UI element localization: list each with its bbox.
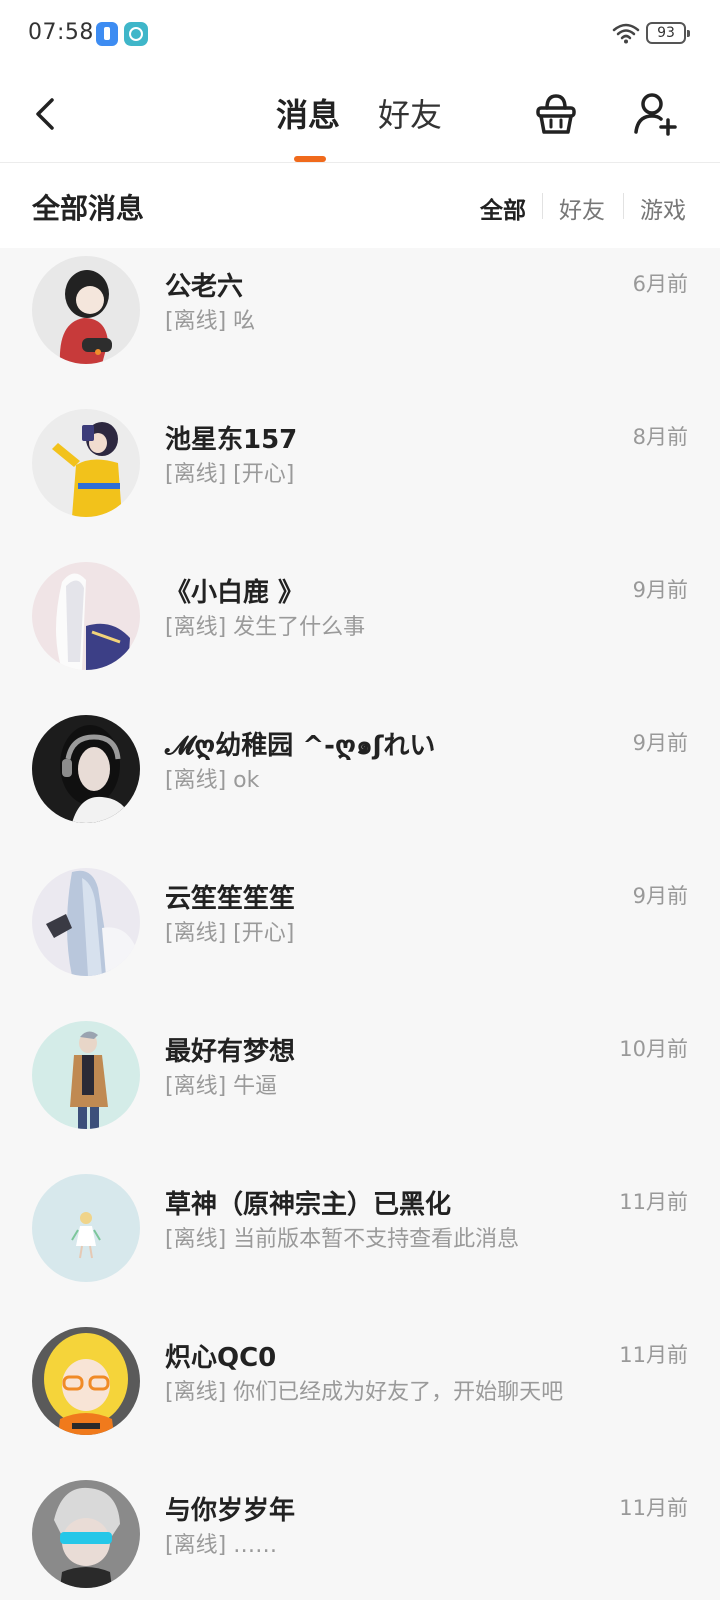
message-time: 10月前 [619, 1037, 688, 1061]
message-time: 11月前 [619, 1343, 688, 1367]
message-time: 9月前 [632, 884, 688, 908]
filter-title: 全部消息 [32, 192, 145, 225]
message-time: 9月前 [632, 731, 688, 755]
contact-name: 最好有梦想 [165, 1037, 296, 1067]
message-row[interactable]: 池星东157 [离线] [开心] 8月前 [0, 401, 720, 557]
avatar[interactable] [32, 1021, 140, 1129]
message-row[interactable]: 𝓜ღ幼稚园 ^-ღ๑ʃれい [离线] ok 9月前 [0, 707, 720, 863]
message-row[interactable]: 云笙笙笙笙 [离线] [开心] 9月前 [0, 860, 720, 1016]
filter-all[interactable]: 全部 [480, 191, 526, 225]
avatar[interactable] [32, 1327, 140, 1435]
message-row[interactable]: 公老六 [离线] 吆 6月前 [0, 248, 720, 404]
filter-divider [623, 193, 624, 219]
filter-friends[interactable]: 好友 [559, 191, 605, 225]
message-row[interactable]: 与你岁岁年 [离线] …… 11月前 [0, 1472, 720, 1600]
contact-name: 池星东157 [165, 425, 298, 455]
wifi-icon [612, 23, 640, 44]
add-friend-icon[interactable] [632, 90, 678, 138]
contact-name: 草神（原神宗主）已黑化 [165, 1190, 452, 1220]
message-row[interactable]: 草神（原神宗主）已黑化 [离线] 当前版本暂不支持查看此消息 11月前 [0, 1166, 720, 1322]
active-tab-indicator [294, 156, 326, 162]
contact-name: 云笙笙笙笙 [165, 884, 296, 914]
contact-name: 公老六 [165, 272, 244, 302]
message-time: 8月前 [632, 425, 688, 449]
message-preview: [离线] …… [165, 1533, 278, 1558]
notification-compass-icon [124, 22, 148, 46]
message-preview: [离线] 你们已经成为好友了，开始聊天吧 [165, 1380, 564, 1405]
tab-friends[interactable]: 好友 [378, 90, 442, 136]
message-row[interactable]: 最好有梦想 [离线] 牛逼 10月前 [0, 1013, 720, 1169]
contact-name: 炽心QC0 [165, 1343, 277, 1373]
message-preview: [离线] 吆 [165, 309, 256, 334]
tab-messages[interactable]: 消息 [276, 90, 340, 136]
notification-app-icon [96, 22, 118, 46]
top-header: 消息 好友 [0, 68, 720, 163]
avatar[interactable] [32, 256, 140, 364]
avatar[interactable] [32, 715, 140, 823]
avatar[interactable] [32, 1480, 140, 1588]
message-time: 11月前 [619, 1190, 688, 1214]
message-row[interactable]: 炽心QC0 [离线] 你们已经成为好友了，开始聊天吧 11月前 [0, 1319, 720, 1475]
avatar[interactable] [32, 562, 140, 670]
message-filter-bar: 全部消息 全部 好友 游戏 [0, 163, 720, 248]
message-time: 6月前 [632, 272, 688, 296]
message-preview: [离线] 发生了什么事 [165, 615, 366, 640]
basket-icon[interactable] [533, 90, 579, 138]
avatar[interactable] [32, 1174, 140, 1282]
message-preview: [离线] 牛逼 [165, 1074, 278, 1099]
battery-indicator: 93 [646, 22, 690, 44]
contact-name: 与你岁岁年 [165, 1496, 296, 1526]
avatar[interactable] [32, 868, 140, 976]
message-time: 11月前 [619, 1496, 688, 1520]
filter-games[interactable]: 游戏 [640, 191, 686, 225]
message-list: 公老六 [离线] 吆 6月前 池星东157 [离线] [开心] 8月前 《小白鹿… [0, 248, 720, 1600]
contact-name: 𝓜ღ幼稚园 ^-ღ๑ʃれい [165, 731, 436, 761]
status-bar: 07:58 93 [0, 0, 720, 68]
message-preview: [离线] ok [165, 768, 260, 793]
status-time: 07:58 [28, 20, 94, 45]
message-row[interactable]: 《小白鹿 》 [离线] 发生了什么事 9月前 [0, 554, 720, 710]
filter-divider [542, 193, 543, 219]
contact-name: 《小白鹿 》 [165, 578, 305, 608]
avatar[interactable] [32, 409, 140, 517]
message-preview: [离线] [开心] [165, 921, 295, 946]
message-preview: [离线] 当前版本暂不支持查看此消息 [165, 1227, 520, 1252]
back-arrow-icon[interactable] [28, 92, 68, 136]
message-time: 9月前 [632, 578, 688, 602]
message-preview: [离线] [开心] [165, 462, 295, 487]
